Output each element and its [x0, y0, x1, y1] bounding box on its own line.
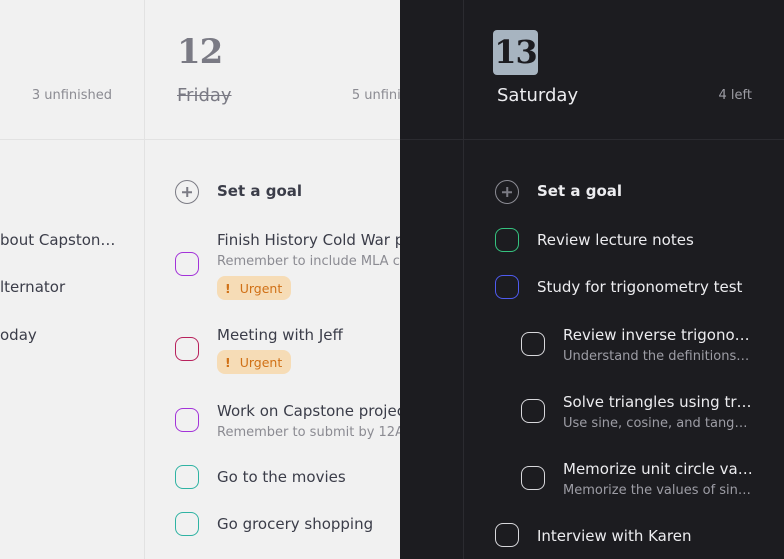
task-title: Meeting with Jeff: [217, 326, 343, 344]
subtask-checkbox[interactable]: [521, 399, 545, 423]
subtask-title: Review inverse trigono…: [563, 326, 750, 344]
set-goal-button[interactable]: Set a goal: [217, 182, 302, 200]
task-checkbox[interactable]: [175, 337, 199, 361]
subtask-note: Memorize the values of sin…: [563, 483, 751, 498]
subtask-note: Use sine, cosine, and tange…: [563, 416, 753, 431]
prev-day-count: 3 unfinished: [31, 88, 112, 103]
subtask-note: Understand the definitions …: [563, 349, 753, 364]
urgent-badge: ! Urgent: [217, 276, 292, 300]
prev-task-1[interactable]: bout Capston…: [0, 231, 120, 249]
header-divider: [400, 139, 784, 140]
task-note: Remember to submit by 12AM …: [217, 425, 400, 440]
exclamation-icon: !: [225, 280, 231, 296]
task-title[interactable]: Interview with Karen: [537, 527, 767, 545]
dark-panel: 13 Saturday 4 left Set a goal Review lec…: [400, 0, 784, 559]
subtask-item[interactable]: Solve triangles using tri… Use sine, cos…: [563, 393, 753, 432]
task-checkbox[interactable]: [495, 228, 519, 252]
friday-day-name: Friday: [177, 85, 232, 106]
task-checkbox[interactable]: [495, 275, 519, 299]
light-panel: 3 unfinished bout Capston… lternator oda…: [0, 0, 400, 559]
task-item[interactable]: Meeting with Jeff ! Urgent: [217, 326, 400, 374]
column-divider: [463, 0, 464, 559]
subtask-item[interactable]: Review inverse trigono… Understand the d…: [563, 326, 753, 365]
add-goal-icon[interactable]: [175, 180, 199, 204]
urgent-label: Urgent: [239, 280, 283, 296]
subtask-title: Memorize unit circle val…: [563, 460, 753, 478]
task-title: Finish History Cold War pro…: [217, 231, 400, 249]
task-checkbox[interactable]: [175, 465, 199, 489]
task-checkbox[interactable]: [175, 408, 199, 432]
column-divider: [144, 0, 145, 559]
set-goal-button[interactable]: Set a goal: [537, 182, 622, 200]
task-checkbox[interactable]: [495, 523, 519, 547]
prev-task-3[interactable]: oday: [0, 326, 120, 344]
exclamation-icon: !: [225, 354, 231, 370]
subtask-title: Solve triangles using tri…: [563, 393, 753, 411]
task-title[interactable]: Go grocery shopping: [217, 515, 400, 533]
today-day-number: 13: [493, 30, 538, 75]
task-item[interactable]: Work on Capstone project Remember to sub…: [217, 402, 400, 441]
urgent-label: Urgent: [239, 354, 283, 370]
subtask-checkbox[interactable]: [521, 332, 545, 356]
task-title: Work on Capstone project: [217, 402, 400, 420]
task-title[interactable]: Go to the movies: [217, 468, 400, 486]
header-divider: [0, 139, 400, 140]
saturday-count: 4 left: [718, 88, 752, 103]
add-goal-icon[interactable]: [495, 180, 519, 204]
urgent-badge: ! Urgent: [217, 350, 292, 374]
saturday-day-name: Saturday: [497, 85, 579, 106]
subtask-item[interactable]: Memorize unit circle val… Memorize the v…: [563, 460, 753, 499]
task-title[interactable]: Study for trigonometry test: [537, 278, 767, 296]
task-note: Remember to include MLA citat…: [217, 254, 400, 269]
task-checkbox[interactable]: [175, 512, 199, 536]
friday-count: 5 unfinished: [351, 88, 400, 103]
prev-task-2[interactable]: lternator: [0, 278, 120, 296]
task-item[interactable]: Finish History Cold War pro… Remember to…: [217, 231, 400, 300]
task-title[interactable]: Review lecture notes: [537, 231, 767, 249]
subtask-checkbox[interactable]: [521, 466, 545, 490]
task-checkbox[interactable]: [175, 252, 199, 276]
friday-day-number: 12: [177, 32, 223, 72]
